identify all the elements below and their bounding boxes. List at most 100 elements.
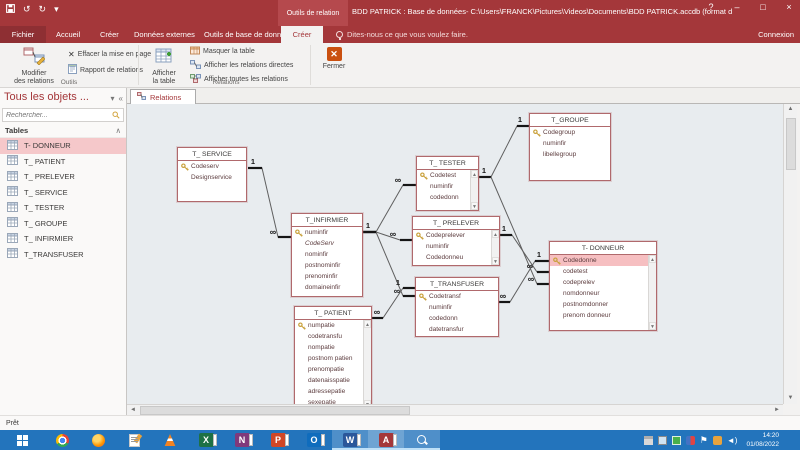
outlook-icon[interactable]: O [296, 430, 332, 450]
pc-icon[interactable] [658, 436, 667, 445]
relationship-line-prelever-donneur[interactable]: 1∞ [500, 224, 549, 272]
nav-item-t-prelever[interactable]: T_ PRELEVER [0, 169, 126, 185]
scroll-down-icon[interactable]: ▼ [649, 322, 656, 330]
restore-button[interactable]: □ [756, 2, 770, 12]
field-row-codetest[interactable]: Codetest [417, 170, 478, 181]
relationship-line-transfuser-donneur[interactable]: ∞1 [499, 250, 549, 302]
table-box-scrollbar[interactable]: ▲▼ [363, 320, 371, 404]
collapse-chevron-icon[interactable]: ∧ [116, 126, 122, 135]
table-box-t-donneur[interactable]: T- DONNEURCodedonnecodetestcodeprelevnom… [549, 241, 657, 331]
field-row-datetransfur[interactable]: datetransfur [416, 324, 498, 335]
redo-icon[interactable]: ↻ [39, 4, 47, 15]
table-box-title[interactable]: T- DONNEUR [550, 242, 656, 255]
close-relationships-button[interactable]: ✕ Fermer [314, 45, 354, 85]
table-box-title[interactable]: T_TRANSFUSER [416, 278, 498, 291]
field-row-designservice[interactable]: Designservice [178, 172, 246, 183]
nav-section-tables[interactable]: Tables ∧ [0, 124, 126, 138]
field-row-nomdonneur[interactable]: nomdonneur [550, 288, 656, 299]
network-icon[interactable] [686, 436, 695, 445]
field-row-prenominfir[interactable]: prenominfir [292, 271, 362, 282]
tab-creer-contextual-active[interactable]: Créer [281, 26, 323, 43]
vertical-scroll-thumb[interactable] [786, 118, 796, 170]
nav-item-t-service[interactable]: T_ SERVICE [0, 185, 126, 201]
scroll-down-icon[interactable]: ▼ [471, 202, 478, 210]
scroll-up-icon[interactable]: ▲ [364, 320, 371, 328]
relationship-line-infirmier-prelever[interactable]: ∞ [363, 229, 412, 240]
vlc-icon[interactable] [152, 430, 188, 450]
close-button[interactable]: × [782, 2, 796, 12]
table-box-t-infirmier[interactable]: T_INFIRMIERnuminfirCodeServnominfirpostn… [291, 213, 363, 297]
sign-in-link[interactable]: Connexion [758, 26, 794, 43]
table-box-title[interactable]: T_ PATIENT [295, 307, 371, 320]
field-row-codedonne[interactable]: Codedonne [550, 255, 656, 266]
field-row-numinfir[interactable]: numinfir [417, 181, 478, 192]
field-row-numpatie[interactable]: numpatie [295, 320, 371, 331]
table-box-t-service[interactable]: T_ SERVICECodeservDesignservice [177, 147, 247, 202]
horizontal-scrollbar[interactable]: ◄ ► [127, 404, 783, 415]
relationship-report-button[interactable]: Rapport de relations [68, 64, 143, 76]
battery-icon[interactable] [672, 436, 681, 445]
scroll-down-icon[interactable]: ▼ [492, 257, 499, 265]
field-row-postnom-patien[interactable]: postnom patien [295, 353, 371, 364]
field-row-datenaisspatie[interactable]: datenaisspatie [295, 375, 371, 386]
field-row-codegroup[interactable]: Codegroup [530, 127, 610, 138]
field-row-domaineinfir[interactable]: domaineinfir [292, 282, 362, 293]
relationship-line-transfuser-patient[interactable]: ∞1 [372, 278, 415, 318]
relationship-line-service-infirmier[interactable]: 1∞ [248, 157, 292, 237]
start-button[interactable] [0, 430, 44, 450]
nav-item-t-transfuser[interactable]: T_TRANSFUSER [0, 247, 126, 263]
field-row-codetransfu[interactable]: codetransfu [295, 331, 371, 342]
field-row-codeserv[interactable]: Codeserv [178, 161, 246, 172]
printer-icon[interactable] [644, 436, 653, 445]
field-row-prenompatie[interactable]: prenompatie [295, 364, 371, 375]
nav-item-t-groupe[interactable]: T_ GROUPE [0, 216, 126, 232]
word-icon[interactable]: W [332, 430, 368, 450]
field-row-nominfir[interactable]: nominfir [292, 249, 362, 260]
table-box-scrollbar[interactable]: ▲▼ [648, 255, 656, 330]
vertical-scrollbar[interactable]: ▲ ▼ [783, 104, 797, 404]
minimize-button[interactable]: – [730, 2, 744, 12]
table-box-t-groupe[interactable]: T_GROUPECodegroupnuminfirlibellegroup [529, 113, 611, 181]
field-row-numinfir[interactable]: numinfir [416, 302, 498, 313]
tell-me-box[interactable]: Dites-nous ce que vous voulez faire. [336, 26, 468, 43]
table-box-title[interactable]: T_ TESTER [417, 157, 478, 170]
relationship-line-infirmier-tester[interactable]: 1∞ [363, 175, 416, 232]
nav-item-t-donneur[interactable]: T- DONNEUR [0, 138, 126, 154]
table-box-scrollbar[interactable]: ▲▼ [491, 230, 499, 265]
tab-fichier[interactable]: Fichier [0, 26, 46, 43]
field-row-libellegroup[interactable]: libellegroup [530, 149, 610, 160]
firefox-icon[interactable] [80, 430, 116, 450]
field-row-numinfir[interactable]: numinfir [530, 138, 610, 149]
qat-customize-icon[interactable]: ▾ [54, 4, 59, 15]
scroll-up-icon[interactable]: ▲ [649, 255, 656, 263]
field-row-adressepatie[interactable]: adressepatie [295, 386, 371, 397]
field-row-sexepatie[interactable]: sexepatie [295, 397, 371, 404]
table-box-scrollbar[interactable]: ▲▼ [470, 170, 478, 210]
field-row-codedonneu[interactable]: Codedonneu [413, 252, 499, 263]
scroll-down-icon[interactable]: ▼ [785, 393, 797, 404]
field-row-nompatie[interactable]: nompatie [295, 342, 371, 353]
onenote-icon[interactable]: N [224, 430, 260, 450]
table-box-t-tester[interactable]: T_ TESTERCodetestnuminfircodedonn▲▼ [416, 156, 479, 211]
scroll-left-icon[interactable]: ◄ [127, 405, 139, 416]
horizontal-scroll-thumb[interactable] [140, 406, 410, 415]
field-row-numinfir[interactable]: numinfir [292, 227, 362, 238]
shutter-bar-close-icon[interactable]: « [119, 94, 123, 103]
table-box-t-prelever[interactable]: T_ PRELEVERCodeprelevernuminfirCodedonne… [412, 216, 500, 266]
table-box-title[interactable]: T_GROUPE [530, 114, 610, 127]
save-icon[interactable] [6, 4, 15, 15]
relations-document-tab[interactable]: Relations [130, 89, 196, 104]
relationship-line-tester-groupe[interactable]: 11 [479, 115, 529, 177]
scroll-up-icon[interactable]: ▲ [785, 104, 797, 115]
field-row-codetransf[interactable]: Codetransf [416, 291, 498, 302]
scroll-up-icon[interactable]: ▲ [471, 170, 478, 178]
nav-item-t-patient[interactable]: T_ PATIENT [0, 154, 126, 170]
table-box-title[interactable]: T_INFIRMIER [292, 214, 362, 227]
scroll-right-icon[interactable]: ► [771, 405, 783, 416]
powerpoint-icon[interactable]: P [260, 430, 296, 450]
volume-icon[interactable]: ◄) [727, 436, 738, 445]
table-box-t-transfuser[interactable]: T_TRANSFUSERCodetransfnuminfircodedonnda… [415, 277, 499, 337]
scroll-up-icon[interactable]: ▲ [492, 230, 499, 238]
tab-creer[interactable]: Créer [92, 26, 127, 43]
chrome-icon[interactable] [44, 430, 80, 450]
